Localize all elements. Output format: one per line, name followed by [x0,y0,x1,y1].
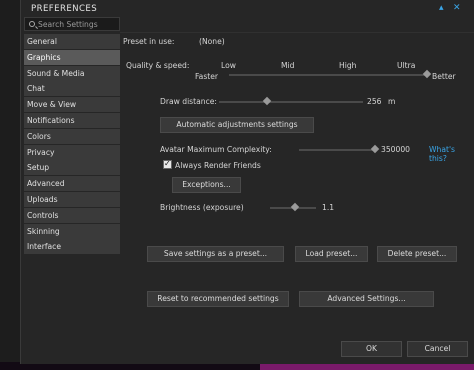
minimize-icon[interactable]: ▴ [439,3,444,13]
tab-general[interactable]: General [24,34,120,49]
whats-this-link[interactable]: What's this? [429,145,474,163]
quality-level-ultra: Ultra [397,61,416,70]
draw-distance-slider-track[interactable] [219,101,363,103]
brightness-value: 1.1 [322,203,335,212]
automatic-adjustments-button[interactable]: Automatic adjustments settings [160,117,314,133]
tab-skinning[interactable]: Skinning [24,223,120,239]
tab-graphics[interactable]: Graphics [24,49,120,65]
always-render-friends-label: Always Render Friends [175,161,261,170]
graphics-panel: Preset in use: (None) Quality & speed: L… [120,32,474,332]
ok-button[interactable]: OK [341,341,402,357]
faster-label: Faster [195,72,219,81]
avatar-complexity-slider-track[interactable] [299,149,375,151]
quality-label: Quality & speed: [126,61,190,70]
draw-distance-slider-handle[interactable] [262,96,271,106]
quality-level-low: Low [221,61,236,70]
avatar-complexity-slider-handle[interactable] [370,144,380,154]
preferences-window: PREFERENCES ▴ ✕ General Graphics Sound &… [20,0,474,364]
quality-slider-handle[interactable] [422,69,432,79]
reset-recommended-button[interactable]: Reset to recommended settings [147,291,289,307]
better-label: Better [432,72,456,81]
tab-setup[interactable]: Setup [24,160,120,176]
tab-interface[interactable]: Interface [24,239,120,255]
search-settings-field[interactable] [24,17,120,31]
load-preset-button[interactable]: Load preset... [295,246,368,262]
tab-colors[interactable]: Colors [24,128,120,144]
window-title: PREFERENCES [31,4,98,14]
delete-preset-button[interactable]: Delete preset... [377,246,457,262]
category-tab-list: General Graphics Sound & Media Chat Move… [24,34,120,255]
draw-distance-label: Draw distance: [160,97,217,106]
brightness-label: Brightness (exposure) [160,203,244,212]
draw-distance-value: 256 [367,97,382,106]
avatar-complexity-value: 350000 [381,145,410,154]
preset-label: Preset in use: [123,37,175,46]
desktop-taskbar-stripe [260,364,474,370]
tab-advanced[interactable]: Advanced [24,176,120,192]
tab-notifications[interactable]: Notifications [24,112,120,128]
save-preset-button[interactable]: Save settings as a preset... [147,246,284,262]
search-input[interactable] [38,19,118,30]
preset-value: (None) [199,37,225,46]
tab-move-view[interactable]: Move & View [24,97,120,113]
avatar-complexity-label: Avatar Maximum Complexity: [160,145,272,154]
search-icon [29,21,35,27]
quality-slider-track[interactable] [229,74,427,76]
advanced-settings-button[interactable]: Advanced Settings... [299,291,434,307]
tab-sound-media[interactable]: Sound & Media [24,65,120,81]
tab-controls[interactable]: Controls [24,207,120,223]
always-render-friends-checkbox[interactable] [163,159,172,169]
brightness-slider-handle[interactable] [291,202,300,212]
quality-level-high: High [339,61,357,70]
tab-uploads[interactable]: Uploads [24,191,120,207]
tab-chat[interactable]: Chat [24,81,120,97]
draw-distance-unit: m [388,97,396,106]
close-icon[interactable]: ✕ [453,3,461,13]
quality-level-mid: Mid [281,61,295,70]
exceptions-button[interactable]: Exceptions... [172,177,241,193]
cancel-button[interactable]: Cancel [407,341,468,357]
tab-privacy[interactable]: Privacy [24,144,120,160]
title-bar[interactable]: PREFERENCES ▴ ✕ [21,0,474,18]
